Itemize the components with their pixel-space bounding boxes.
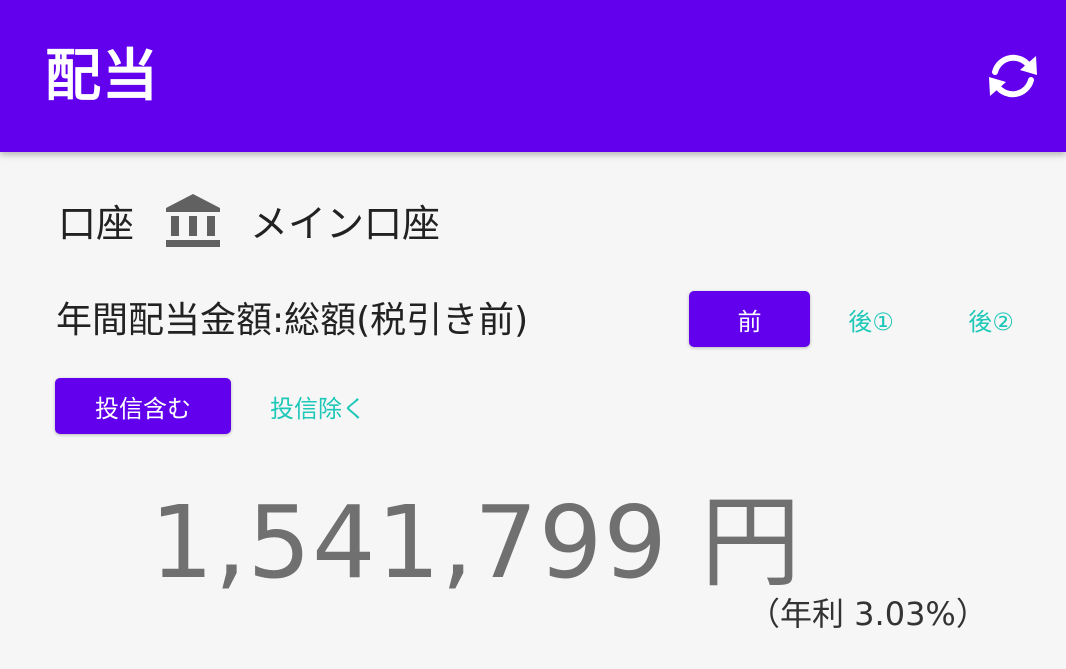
- bank-icon: [164, 191, 222, 249]
- annual-dividend-amount: 1,541,799 円: [150, 484, 802, 601]
- account-row: 口座 メイン口座: [58, 190, 440, 250]
- refresh-button[interactable]: [978, 44, 1048, 108]
- tax-after-1-button[interactable]: 後①: [812, 291, 930, 347]
- account-name[interactable]: メイン口座: [250, 193, 440, 248]
- app-bar: 配当: [0, 0, 1066, 152]
- page-title: 配当: [45, 44, 159, 109]
- tax-before-button[interactable]: 前: [689, 291, 810, 347]
- tax-after-2-button[interactable]: 後②: [932, 291, 1050, 347]
- annual-dividend-label: 年間配当金額:総額(税引き前): [56, 300, 529, 341]
- refresh-icon: [989, 54, 1037, 98]
- include-funds-button[interactable]: 投信含む: [55, 378, 231, 434]
- account-label: 口座: [58, 201, 135, 246]
- exclude-funds-button[interactable]: 投信除く: [233, 378, 403, 434]
- annual-yield: （年利 3.03%）: [748, 595, 988, 633]
